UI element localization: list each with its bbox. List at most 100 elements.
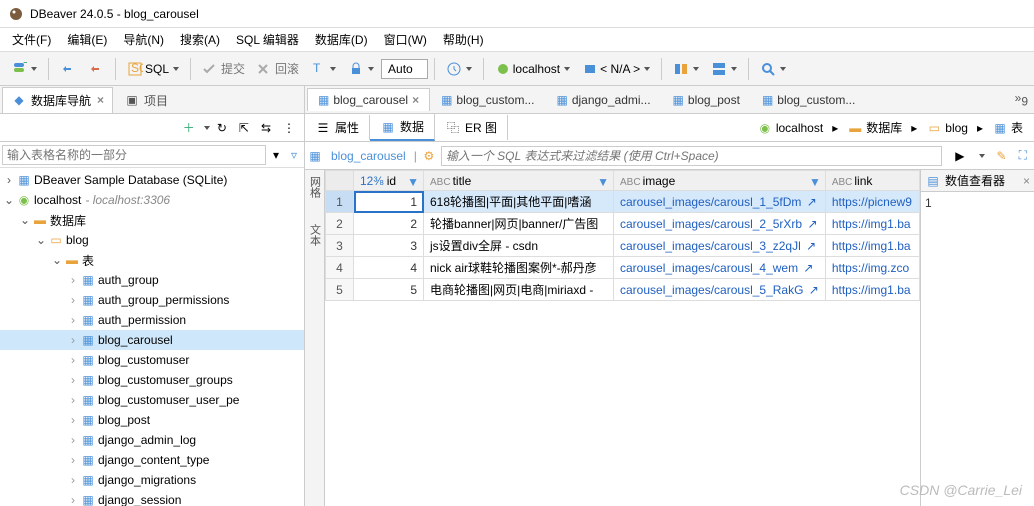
close-icon[interactable]: × [97, 93, 104, 107]
menu-nav[interactable]: 导航(N) [117, 29, 170, 50]
filter-remove-button[interactable]: ⛶ [1014, 144, 1032, 167]
tree-item-blog_customuser_groups[interactable]: ›▦blog_customuser_groups [0, 370, 304, 390]
nav-refresh-button[interactable]: ↻ [212, 117, 232, 139]
cell-link[interactable]: https://img.zco [825, 257, 919, 279]
cell-title[interactable]: 电商轮播图|网页|电商|miriaxd - [424, 279, 614, 301]
table-row[interactable]: 11618轮播图|平面|其他平面|嗜涵carousel_images/carou… [326, 191, 920, 213]
tab-db-navigator[interactable]: ◆ 数据库导航 × [2, 87, 113, 113]
column-header-image[interactable]: ABCimage▼ [614, 171, 826, 191]
menu-file[interactable]: 文件(F) [6, 29, 57, 50]
tree-filter-input[interactable] [2, 145, 266, 165]
filter-config-button[interactable]: ▿ [286, 144, 302, 166]
tree-item-django_admin_log[interactable]: ›▦django_admin_log [0, 430, 304, 450]
editor-tab[interactable]: ▦blog_carousel× [307, 88, 430, 111]
cell-title[interactable]: 618轮播图|平面|其他平面|嗜涵 [424, 191, 614, 213]
tree-item-blog_customuser_user_pe[interactable]: ›▦blog_customuser_user_pe [0, 390, 304, 410]
tree-item-django_session[interactable]: ›▦django_session [0, 490, 304, 506]
cell-image[interactable]: carousel_images/carousl_1_5fDm ↗ [614, 191, 826, 213]
menu-window[interactable]: 窗口(W) [378, 29, 433, 50]
row-number[interactable]: 1 [326, 191, 354, 213]
new-connection-button[interactable]: ＋ [6, 57, 42, 81]
cell-link[interactable]: https://picnew9 [825, 191, 919, 213]
filter-settings-button[interactable]: ✎ [992, 144, 1012, 167]
cell-image[interactable]: carousel_images/carousl_4_wem ↗ [614, 257, 826, 279]
crumb-connection[interactable]: ◉localhost [750, 117, 830, 139]
menu-search[interactable]: 搜索(A) [174, 29, 226, 50]
row-header-corner[interactable] [326, 171, 354, 191]
row-number[interactable]: 2 [326, 213, 354, 235]
nav-menu-button[interactable]: ⋮ [278, 117, 300, 139]
filter-icon[interactable]: ⚙ [421, 148, 437, 164]
vtab-grid[interactable]: 网格 [306, 172, 324, 202]
tab-projects[interactable]: ▣ 项目 [115, 87, 177, 113]
tree-item-auth_group[interactable]: ›▦auth_group [0, 270, 304, 290]
schema-select[interactable]: < N/A > [577, 57, 655, 81]
cell-id[interactable]: 3 [354, 235, 424, 257]
cell-id[interactable]: 5 [354, 279, 424, 301]
connection-select[interactable]: localhost [490, 57, 575, 81]
filter-history-button[interactable] [972, 144, 990, 167]
tree-item-blog_customuser[interactable]: ›▦blog_customuser [0, 350, 304, 370]
nav-link-button[interactable]: ⇆ [256, 117, 276, 139]
column-header-title[interactable]: ABCtitle▼ [424, 171, 614, 191]
cell-id[interactable]: 1 [354, 191, 424, 213]
table-row[interactable]: 22轮播banner|网页|banner/广告图carousel_images/… [326, 213, 920, 235]
sql-editor-button[interactable]: SQLSQL [122, 57, 184, 81]
crumb-databases[interactable]: ▬数据库 [840, 116, 909, 139]
external-link-icon[interactable]: ↗ [800, 261, 813, 275]
crumb-tables[interactable]: ▦表 [985, 116, 1030, 139]
nav-collapse-button[interactable]: ⇱ [234, 117, 254, 139]
tx-mode-button[interactable]: T [305, 57, 341, 81]
tree-item-auth_group_permissions[interactable]: ›▦auth_group_permissions [0, 290, 304, 310]
external-link-icon[interactable]: ↗ [803, 195, 816, 209]
filter-clear-button[interactable]: ▾ [268, 144, 284, 166]
cell-image[interactable]: carousel_images/carousl_3_z2qJl ↗ [614, 235, 826, 257]
editor-tab[interactable]: ▦blog_custom... [751, 88, 866, 111]
history-button[interactable] [441, 57, 477, 81]
cell-image[interactable]: carousel_images/carousl_5_RakG ↗ [614, 279, 826, 301]
table-row[interactable]: 33js设置div全屏 - csdncarousel_images/carous… [326, 235, 920, 257]
rollback-button[interactable]: 回滚 [251, 58, 303, 79]
disconnect-button[interactable] [83, 57, 109, 81]
editor-tab[interactable]: ▦blog_custom... [430, 88, 545, 111]
navigator-tree[interactable]: ›▦DBeaver Sample Database (SQLite) ⌄◉loc… [0, 168, 304, 506]
commit-button[interactable]: 提交 [197, 58, 249, 79]
sql-filter-input[interactable] [441, 146, 942, 166]
cell-title[interactable]: js设置div全屏 - csdn [424, 235, 614, 257]
tree-item-django_content_type[interactable]: ›▦django_content_type [0, 450, 304, 470]
apply-filter-button[interactable]: ▶ [950, 144, 969, 167]
cell-link[interactable]: https://img1.ba [825, 235, 919, 257]
menu-edit[interactable]: 编辑(E) [61, 29, 113, 50]
data-grid[interactable]: 12⅜ id▼ ABCtitle▼ ABCimage▼ ABClink 1161… [325, 170, 920, 506]
close-icon[interactable]: × [412, 93, 419, 107]
cell-id[interactable]: 4 [354, 257, 424, 279]
external-link-icon[interactable]: ↗ [803, 239, 816, 253]
cell-id[interactable]: 2 [354, 213, 424, 235]
cell-link[interactable]: https://img1.ba [825, 213, 919, 235]
toolbar-icon-1[interactable] [668, 57, 704, 81]
menu-help[interactable]: 帮助(H) [437, 29, 490, 50]
subtab-er[interactable]: ⿻ER 图 [435, 115, 508, 140]
connect-button[interactable] [55, 57, 81, 81]
vtab-text[interactable]: 文本 [306, 220, 324, 250]
lock-button[interactable] [343, 57, 379, 81]
commit-mode-select[interactable]: Auto [381, 59, 428, 79]
row-number[interactable]: 4 [326, 257, 354, 279]
tree-item-auth_permission[interactable]: ›▦auth_permission [0, 310, 304, 330]
cell-image[interactable]: carousel_images/carousl_2_5rXrb ↗ [614, 213, 826, 235]
nav-new-button[interactable]: ＋ [178, 115, 200, 140]
subtab-properties[interactable]: ☰属性 [305, 115, 370, 140]
menu-db[interactable]: 数据库(D) [309, 29, 374, 50]
column-header-link[interactable]: ABClink [825, 171, 919, 191]
toolbar-icon-2[interactable] [706, 57, 742, 81]
close-icon[interactable]: × [1023, 174, 1030, 188]
tree-item-blog_post[interactable]: ›▦blog_post [0, 410, 304, 430]
tabs-overflow-button[interactable]: »9 [1009, 87, 1034, 112]
external-link-icon[interactable]: ↗ [805, 283, 818, 297]
cell-title[interactable]: 轮播banner|网页|banner/广告图 [424, 213, 614, 235]
table-row[interactable]: 55电商轮播图|网页|电商|miriaxd -carousel_images/c… [326, 279, 920, 301]
row-number[interactable]: 5 [326, 279, 354, 301]
editor-tab[interactable]: ▦blog_post [662, 88, 751, 111]
search-button[interactable] [755, 57, 791, 81]
menu-sql[interactable]: SQL 编辑器 [230, 29, 305, 50]
